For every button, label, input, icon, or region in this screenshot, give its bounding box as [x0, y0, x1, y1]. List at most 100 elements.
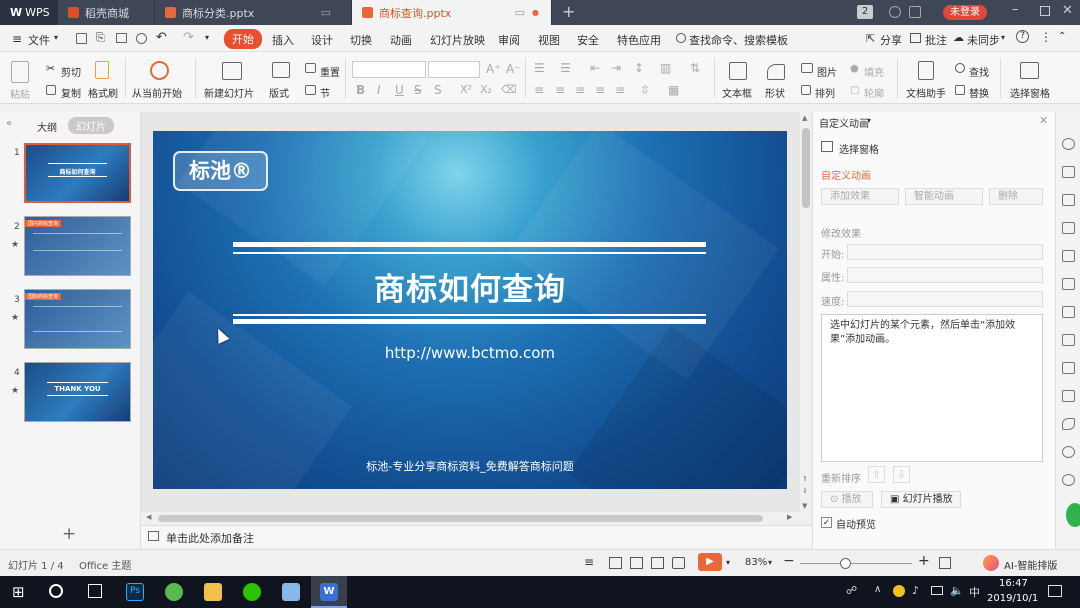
scroll-page-down-icon[interactable]: ⇓ [802, 487, 808, 495]
scroll-right-icon[interactable]: ▶ [787, 513, 792, 521]
reset-icon[interactable] [305, 63, 316, 73]
archive-icon[interactable] [1062, 362, 1075, 374]
battery-icon[interactable] [931, 586, 943, 595]
notes-icon[interactable] [148, 531, 159, 541]
share-button[interactable]: 分享 [880, 32, 902, 48]
ime-indicator[interactable]: 中 [969, 584, 980, 600]
decrease-indent-icon[interactable]: ⇤ [590, 61, 600, 75]
zoom-in-icon[interactable]: + [918, 553, 930, 569]
convert-smartart-icon[interactable]: ▦ [668, 83, 679, 97]
menu-home[interactable]: 开始 [224, 29, 262, 49]
clear-format-icon[interactable]: ⌫ [501, 83, 517, 96]
play-from-current-icon[interactable] [150, 61, 169, 80]
browser-icon[interactable] [165, 583, 183, 601]
animation-list[interactable]: 选中幻灯片的某个元素，然后单击“添加效果”添加动画。 [821, 314, 1043, 462]
format-painter-icon[interactable] [95, 61, 109, 79]
subscript-icon[interactable]: X₂ [480, 83, 492, 96]
tab-document[interactable]: 商标分类.pptx ▭ [155, 0, 352, 25]
clock-date[interactable]: 2019/10/1 [987, 593, 1038, 604]
star-icon[interactable] [1062, 138, 1075, 150]
shape-button[interactable]: 形状 [765, 85, 785, 100]
object-icon[interactable] [1062, 166, 1075, 178]
notepad-icon[interactable] [282, 583, 300, 601]
find-icon[interactable] [955, 63, 965, 73]
grid-icon[interactable] [1062, 250, 1075, 262]
notes-toggle-icon[interactable]: ≡ [584, 555, 594, 569]
restore-icon[interactable] [1040, 6, 1050, 16]
undo-icon[interactable]: ↶ [156, 30, 167, 45]
align-left-icon[interactable]: ≡ [534, 83, 544, 97]
menu-review[interactable]: 审阅 [498, 32, 520, 48]
slide-thumbnail-2[interactable]: 国内商标查询 [24, 216, 131, 276]
save-icon[interactable] [76, 33, 87, 44]
add-effect-button[interactable]: 添加效果 [821, 188, 899, 205]
textbox-icon[interactable] [729, 62, 747, 80]
menu-slideshow[interactable]: 幻灯片放映 [430, 32, 485, 48]
volume-icon[interactable]: 🔈 [950, 584, 964, 597]
scroll-up-icon[interactable]: ▲ [802, 114, 807, 122]
theme-icon[interactable] [889, 6, 901, 18]
panel-header[interactable]: 自定义动画 [819, 115, 869, 130]
zoom-slider-handle[interactable] [840, 558, 851, 569]
slide-footer[interactable]: 标池-专业分享商标资料_免费解答商标问题 [153, 458, 787, 474]
copy-button[interactable]: 复制 [61, 85, 81, 100]
find-button[interactable]: 查找 [969, 64, 989, 79]
file-explorer-icon[interactable] [204, 583, 222, 601]
notes-placeholder[interactable]: 单击此处添加备注 [166, 530, 254, 546]
minimize-icon[interactable]: – [1012, 2, 1019, 17]
section-icon[interactable] [305, 85, 316, 95]
menu-file[interactable]: 文件 [28, 32, 50, 48]
transition-icon[interactable] [1062, 306, 1075, 318]
text-direction-icon[interactable]: ⇅ [690, 61, 700, 75]
action-center-icon[interactable] [1048, 585, 1062, 597]
ai-layout-icon[interactable] [983, 555, 999, 571]
task-view-icon[interactable] [88, 584, 102, 598]
bullets-icon[interactable]: ☰ [534, 61, 545, 75]
doc-assistant-icon[interactable] [918, 61, 934, 80]
strikethrough-icon[interactable]: S [414, 83, 422, 97]
vertical-scrollbar[interactable]: ▲ ⇑ ⇓ ▼ [800, 112, 812, 524]
menu-view[interactable]: 视图 [538, 32, 560, 48]
tab-docer-store[interactable]: 稻壳商城 [58, 0, 155, 25]
menu-design[interactable]: 设计 [311, 32, 333, 48]
chevron-down-icon[interactable]: ▾ [54, 33, 58, 42]
reading-view-icon[interactable] [651, 557, 664, 569]
scroll-page-up-icon[interactable]: ⇑ [802, 475, 808, 483]
ai-layout-button[interactable]: AI-智能排版 [1004, 557, 1057, 572]
select-pane-icon[interactable] [1020, 62, 1039, 79]
zoom-level[interactable]: 83% [745, 557, 767, 568]
share-icon[interactable]: ⇱ [866, 32, 875, 45]
speed-select[interactable] [847, 291, 1043, 307]
slide-sorter-icon[interactable] [630, 557, 643, 569]
italic-icon[interactable]: I [377, 83, 381, 97]
share-side-icon[interactable] [1062, 334, 1075, 346]
move-down-icon[interactable]: ⇩ [893, 466, 910, 483]
arrange-button[interactable]: 排列 [815, 85, 835, 100]
assistant-bubble-icon[interactable] [1066, 503, 1080, 527]
horizontal-scrollbar[interactable]: ◀ ▶ [141, 512, 800, 525]
print-icon[interactable] [116, 33, 127, 43]
numbering-icon[interactable]: ☰ [560, 61, 571, 75]
shape-icon[interactable] [767, 64, 785, 80]
format-painter-button[interactable]: 格式刷 [88, 85, 118, 100]
window-count-badge[interactable]: 2 [857, 5, 873, 19]
clock-time[interactable]: 16:47 [999, 578, 1028, 589]
presenter-icon[interactable] [672, 557, 685, 569]
history-icon[interactable] [1062, 446, 1075, 458]
scroll-thumb[interactable] [802, 128, 810, 208]
fit-window-icon[interactable] [939, 557, 951, 569]
close-icon[interactable]: ✕ [1062, 3, 1073, 18]
add-slide-plus-icon[interactable]: + [62, 524, 76, 544]
tab-outline[interactable]: 大纲 [37, 119, 57, 134]
command-search[interactable]: 查找命令、搜索模板 [689, 32, 788, 48]
skin-icon[interactable] [909, 6, 921, 18]
slide-thumbnail-1[interactable]: 商标如何查询 [24, 143, 131, 203]
windows-start-icon[interactable]: ⊞ [12, 583, 25, 601]
chevron-down-icon[interactable]: ▾ [867, 116, 871, 125]
cut-button[interactable]: 剪切 [61, 64, 81, 79]
copy-icon[interactable] [46, 85, 56, 95]
audio-icon[interactable] [1062, 418, 1075, 430]
textbox-button[interactable]: 文本框 [722, 85, 752, 100]
fill-icon[interactable]: ⬟ [850, 64, 859, 75]
comment-icon[interactable] [910, 33, 921, 43]
